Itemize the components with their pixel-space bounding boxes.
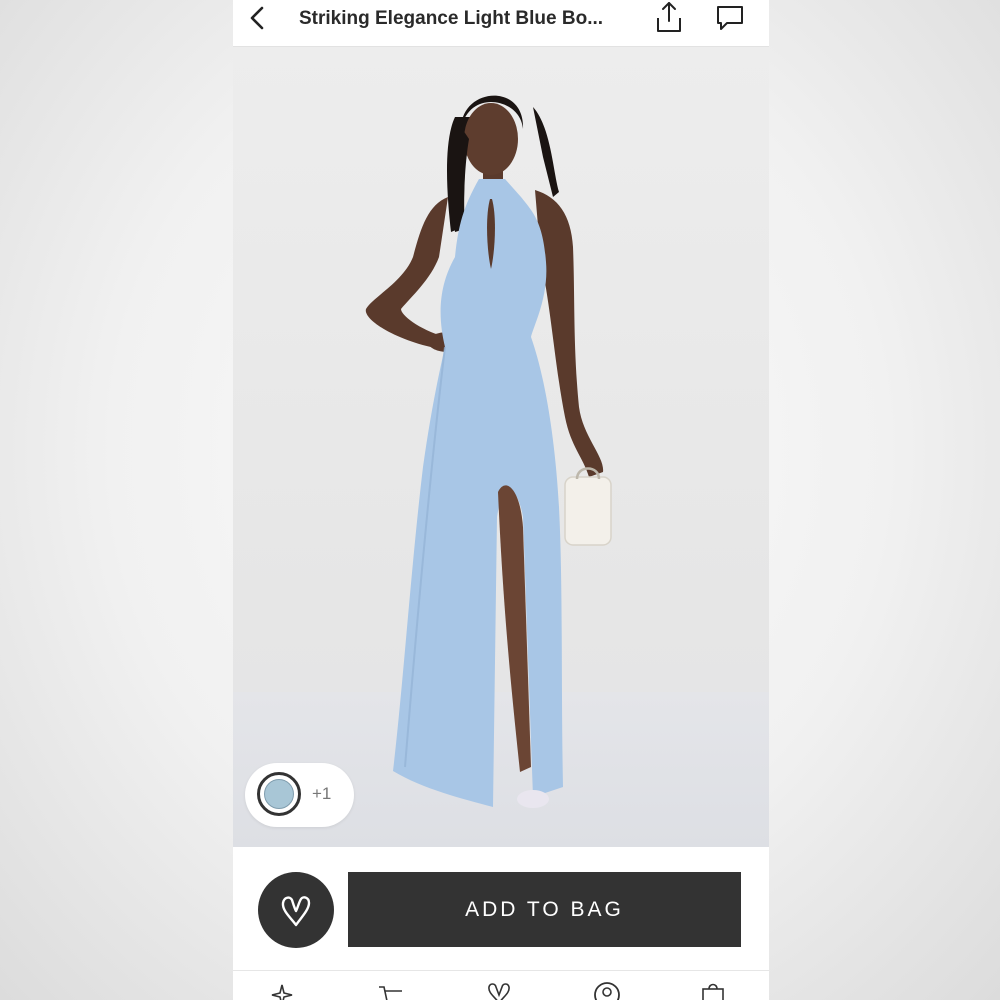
chat-bubble-icon[interactable]	[715, 4, 745, 32]
color-swatch-light-blue[interactable]	[257, 772, 301, 816]
account-icon[interactable]	[593, 981, 621, 1000]
bottom-tab-bar	[233, 970, 769, 1000]
favorite-button[interactable]	[258, 872, 334, 948]
add-to-bag-button[interactable]: ADD TO BAG	[348, 872, 741, 947]
page-title: Striking Elegance Light Blue Bo...	[299, 8, 604, 29]
model-figure-illustration	[365, 95, 612, 808]
color-swatch-selector: +1	[245, 763, 354, 827]
chevron-left-icon[interactable]	[245, 5, 271, 31]
swatch-color-dot	[264, 779, 294, 809]
sparkle-icon[interactable]	[268, 981, 296, 1000]
more-colors-count[interactable]: +1	[312, 784, 331, 804]
bag-icon[interactable]	[699, 981, 727, 1000]
phone-screen: Striking Elegance Light Blue Bo... +1 AD…	[233, 0, 769, 1000]
top-navigation-bar: Striking Elegance Light Blue Bo...	[233, 0, 769, 47]
heart-icon	[281, 896, 311, 927]
share-icon[interactable]	[653, 0, 685, 34]
product-image[interactable]: +1	[233, 47, 769, 847]
heart-icon[interactable]	[485, 981, 513, 1000]
cart-icon[interactable]	[377, 981, 405, 1000]
purchase-bar: ADD TO BAG	[233, 848, 769, 970]
